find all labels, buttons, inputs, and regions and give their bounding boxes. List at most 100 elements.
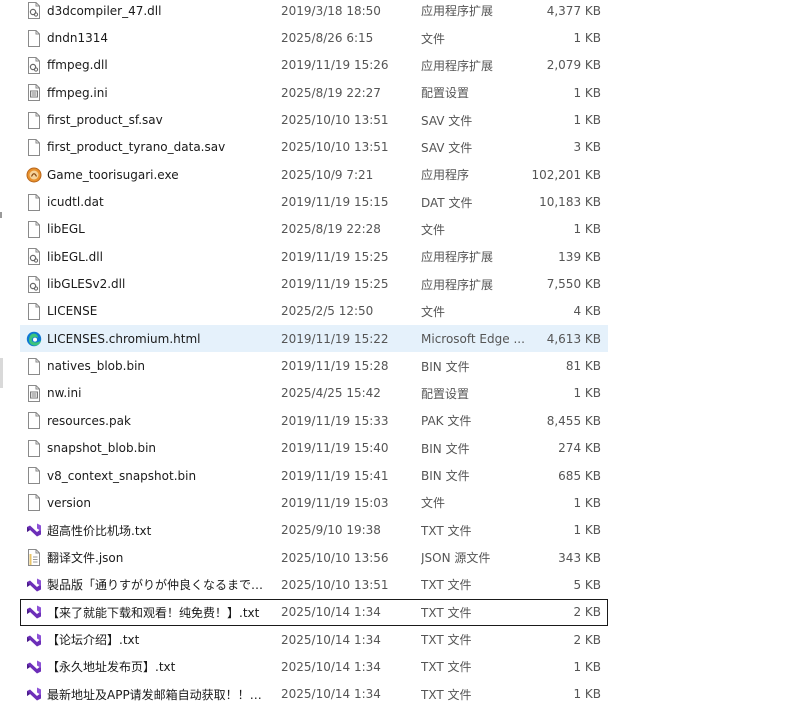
file-row[interactable]: natives_blob.bin 2019/11/19 15:28 BIN 文件 81… (20, 352, 608, 379)
file-row[interactable]: 【论坛介绍】.txt 2025/10/14 1:34 TXT 文件 2 KB (20, 626, 608, 653)
file-modified-date: 2019/11/19 15:40 (281, 441, 389, 456)
file-row[interactable]: 【来了就能下载和观看！纯免费！】.txt 2025/10/14 1:34 TXT 文… (20, 598, 608, 626)
file-modified-date: 2019/11/19 15:03 (281, 495, 389, 510)
file-size: 1 KB (573, 523, 601, 538)
file-size: 1 KB (573, 85, 601, 100)
file-name: nw.ini (47, 386, 82, 401)
edge-icon (26, 330, 42, 348)
file-row[interactable]: dndn1314 2025/8/26 6:15 文件 1 KB (20, 24, 608, 51)
dll-icon (26, 56, 42, 74)
file-type: 应用程序扩展 (421, 58, 494, 73)
file-name: 翻译文件.json (47, 551, 124, 566)
file-row[interactable]: ffmpeg.dll 2019/11/19 15:26 应用程序扩展 2,079 KB (20, 52, 608, 79)
file-size: 1 KB (573, 659, 601, 674)
file-size: 4,377 KB (546, 3, 601, 18)
file-modified-date: 2019/11/19 15:15 (281, 195, 389, 210)
file-type: 文件 (421, 31, 446, 46)
dll-icon (26, 248, 42, 266)
file-modified-date: 2025/10/14 1:34 (281, 605, 381, 620)
file-name: 製品版「通りすがりが仲良くなるまで」... (47, 578, 272, 593)
file-row[interactable]: LICENSES.chromium.html 2019/11/19 15:22 Mi… (20, 325, 608, 353)
file-row[interactable]: LICENSE 2025/2/5 12:50 文件 4 KB (20, 298, 608, 325)
file-type: TXT 文件 (421, 523, 472, 538)
file-name: dndn1314 (47, 31, 108, 46)
file-row[interactable]: nw.ini 2025/4/25 15:42 配置设置 1 KB (20, 380, 608, 407)
blank-file-icon (26, 494, 42, 512)
file-type: TXT 文件 (421, 633, 472, 648)
blank-file-icon (26, 302, 42, 320)
blank-file-icon (26, 467, 42, 485)
blank-file-icon (26, 111, 42, 129)
blank-file-icon (26, 412, 42, 430)
file-size: 1 KB (573, 495, 601, 510)
file-row[interactable]: icudtl.dat 2019/11/19 15:15 DAT 文件 10,183 K… (20, 188, 608, 215)
file-type: SAV 文件 (421, 113, 473, 128)
file-row[interactable]: 超高性价比机场.txt 2025/9/10 19:38 TXT 文件 1 KB (20, 517, 608, 544)
file-size: 3 KB (573, 140, 601, 155)
ini-icon (26, 384, 42, 402)
file-row[interactable]: 最新地址及APP请发邮箱自动获取！！！... 2025/10/14 1:34 TXT… (20, 681, 608, 708)
file-type: SAV 文件 (421, 140, 473, 155)
file-row[interactable]: libEGL.dll 2019/11/19 15:25 应用程序扩展 139 KB (20, 243, 608, 270)
vs-txt-icon (26, 603, 42, 621)
dll-icon (26, 2, 42, 20)
file-row[interactable]: Game_toorisugari.exe 2025/10/9 7:21 应用程序 10… (20, 161, 608, 188)
file-size: 2 KB (573, 632, 601, 647)
file-modified-date: 2025/4/25 15:42 (281, 386, 381, 401)
file-type: JSON 源文件 (421, 551, 491, 566)
file-name: 超高性价比机场.txt (47, 523, 152, 538)
file-modified-date: 2025/8/19 22:27 (281, 85, 381, 100)
file-size: 4,613 KB (546, 331, 601, 346)
file-row[interactable]: snapshot_blob.bin 2019/11/19 15:40 BIN 文件 2… (20, 435, 608, 462)
file-name: d3dcompiler_47.dll (47, 3, 162, 18)
file-row[interactable]: v8_context_snapshot.bin 2019/11/19 15:41 B… (20, 462, 608, 489)
file-modified-date: 2025/8/19 22:28 (281, 222, 381, 237)
file-name: 最新地址及APP请发邮箱自动获取！！！... (47, 687, 272, 702)
file-row[interactable]: version 2019/11/19 15:03 文件 1 KB (20, 489, 608, 516)
blank-file-icon (26, 138, 42, 156)
file-row[interactable]: resources.pak 2019/11/19 15:33 PAK 文件 8,455… (20, 407, 608, 434)
file-size: 7,550 KB (546, 277, 601, 292)
file-row[interactable]: 翻译文件.json 2025/10/10 13:56 JSON 源文件 343 KB (20, 544, 608, 571)
file-row[interactable]: libEGL 2025/8/19 22:28 文件 1 KB (20, 216, 608, 243)
file-row[interactable]: first_product_tyrano_data.sav 2025/10/10 … (20, 134, 608, 161)
file-name: ffmpeg.dll (47, 58, 108, 73)
file-name: icudtl.dat (47, 195, 104, 210)
file-row[interactable]: libGLESv2.dll 2019/11/19 15:25 应用程序扩展 7,550… (20, 270, 608, 297)
vs-txt-icon (26, 576, 42, 594)
file-type: 应用程序扩展 (421, 4, 494, 19)
file-type: 文件 (421, 496, 446, 511)
file-type: 应用程序 (421, 168, 470, 183)
file-name: snapshot_blob.bin (47, 441, 157, 456)
file-name: libGLESv2.dll (47, 277, 126, 292)
file-row[interactable]: 製品版「通りすがりが仲良くなるまで」... 2025/10/10 13:51 TXT… (20, 571, 608, 598)
file-size: 685 KB (558, 468, 601, 483)
blank-file-icon (26, 29, 42, 47)
blank-file-icon (26, 193, 42, 211)
file-size: 81 KB (565, 359, 601, 374)
file-size: 343 KB (558, 550, 601, 565)
nav-scroll-mark (0, 358, 3, 388)
file-type: TXT 文件 (421, 660, 472, 675)
file-modified-date: 2025/10/9 7:21 (281, 167, 374, 182)
file-modified-date: 2025/10/14 1:34 (281, 659, 381, 674)
file-name: version (47, 495, 91, 510)
file-row[interactable]: first_product_sf.sav 2025/10/10 13:51 SAV … (20, 106, 608, 133)
file-row[interactable]: 【永久地址发布页】.txt 2025/10/14 1:34 TXT 文件 1 KB (20, 653, 608, 680)
file-size: 1 KB (573, 222, 601, 237)
file-modified-date: 2019/3/18 18:50 (281, 3, 381, 18)
vs-txt-icon (26, 521, 42, 539)
file-row[interactable]: d3dcompiler_47.dll 2019/3/18 18:50 应用程序扩展 4… (20, 0, 608, 24)
file-name: Game_toorisugari.exe (47, 167, 179, 182)
file-modified-date: 2019/11/19 15:28 (281, 359, 389, 374)
file-name: LICENSE (47, 304, 98, 319)
file-size: 139 KB (558, 249, 601, 264)
ini-icon (26, 84, 42, 102)
file-modified-date: 2019/11/19 15:33 (281, 413, 389, 428)
blank-file-icon (26, 220, 42, 238)
file-row[interactable]: ffmpeg.ini 2025/8/19 22:27 配置设置 1 KB (20, 79, 608, 106)
file-size: 2 KB (573, 605, 601, 620)
file-size: 2,079 KB (546, 58, 601, 73)
file-modified-date: 2025/10/10 13:56 (281, 550, 389, 565)
vs-txt-icon (26, 658, 42, 676)
